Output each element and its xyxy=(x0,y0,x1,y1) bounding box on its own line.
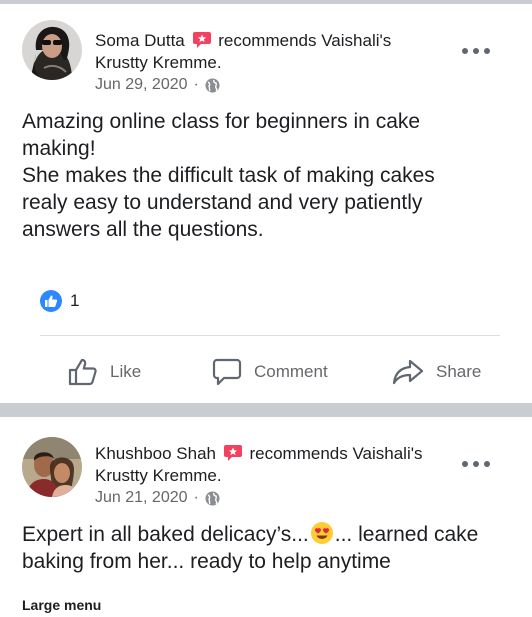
post-header: Khushboo Shah recommends Vaishali's Krust… xyxy=(95,443,455,487)
post-body-line: making! xyxy=(22,137,96,160)
like-label: Like xyxy=(110,362,142,381)
more-dot-icon xyxy=(462,461,468,467)
more-dot-icon xyxy=(484,461,490,467)
post-date[interactable]: Jun 29, 2020 xyxy=(95,76,188,94)
post-body-line: Amazing online class for beginners in ca… xyxy=(22,110,421,133)
post-body-line: answers all the questions. xyxy=(22,218,264,241)
heart-eyes-emoji-icon xyxy=(310,521,334,545)
post-body: Expert in all baked delicacy’s... ... le… xyxy=(22,521,512,575)
post-separator xyxy=(0,403,532,417)
more-dot-icon xyxy=(484,48,490,54)
post-body-line: baking from her... ready to help anytime xyxy=(22,550,391,573)
like-reaction-icon xyxy=(40,290,62,312)
author-name[interactable]: Soma Dutta xyxy=(95,31,185,50)
recommend-icon xyxy=(192,31,212,49)
post-body-line: Expert in all baked delicacy’s... ... le… xyxy=(22,521,479,546)
more-dot-icon xyxy=(473,461,479,467)
share-button[interactable]: Share xyxy=(392,354,481,390)
recommends-text: recommends xyxy=(218,31,317,50)
header-period: . xyxy=(216,466,222,485)
header-period: . xyxy=(216,53,222,72)
avatar[interactable] xyxy=(22,437,82,497)
recommends-text: recommends xyxy=(249,444,348,463)
recommend-icon xyxy=(223,444,243,462)
more-dot-icon xyxy=(462,48,468,54)
more-options-button[interactable] xyxy=(462,455,490,473)
like-button[interactable]: Like xyxy=(68,354,141,390)
post-card: Khushboo Shah recommends Vaishali's Krust… xyxy=(0,417,532,617)
reactions-summary[interactable]: 1 xyxy=(40,290,79,312)
comment-icon xyxy=(212,358,242,386)
thumbs-up-icon xyxy=(68,358,98,386)
more-dot-icon xyxy=(473,48,479,54)
post-header: Soma Dutta recommends Vaishali's Krustty … xyxy=(95,30,455,74)
post-card: Soma Dutta recommends Vaishali's Krustty … xyxy=(0,4,532,403)
divider xyxy=(40,335,500,336)
reaction-count: 1 xyxy=(70,291,80,310)
meta-separator: · xyxy=(193,76,199,93)
comment-label: Comment xyxy=(254,362,328,381)
share-label: Share xyxy=(436,362,482,381)
post-body-line: realy easy to understand and very patien… xyxy=(22,191,423,214)
globe-icon xyxy=(205,491,220,506)
comment-button[interactable]: Comment xyxy=(212,354,328,390)
post-body-line: She makes the difficult task of making c… xyxy=(22,164,435,187)
post-meta: Jun 21, 2020 · xyxy=(95,489,220,507)
post-date[interactable]: Jun 21, 2020 xyxy=(95,489,188,507)
post-meta: Jun 29, 2020 · xyxy=(95,76,220,94)
share-icon xyxy=(392,358,424,386)
author-name[interactable]: Khushboo Shah xyxy=(95,444,216,463)
post-body: Amazing online class for beginners in ca… xyxy=(22,108,512,243)
meta-separator: · xyxy=(193,489,199,506)
footer-label: Large menu xyxy=(22,597,102,613)
more-options-button[interactable] xyxy=(462,42,490,60)
post-actions: Like Comment Share xyxy=(0,354,532,390)
globe-icon xyxy=(205,78,220,93)
avatar[interactable] xyxy=(22,20,82,80)
